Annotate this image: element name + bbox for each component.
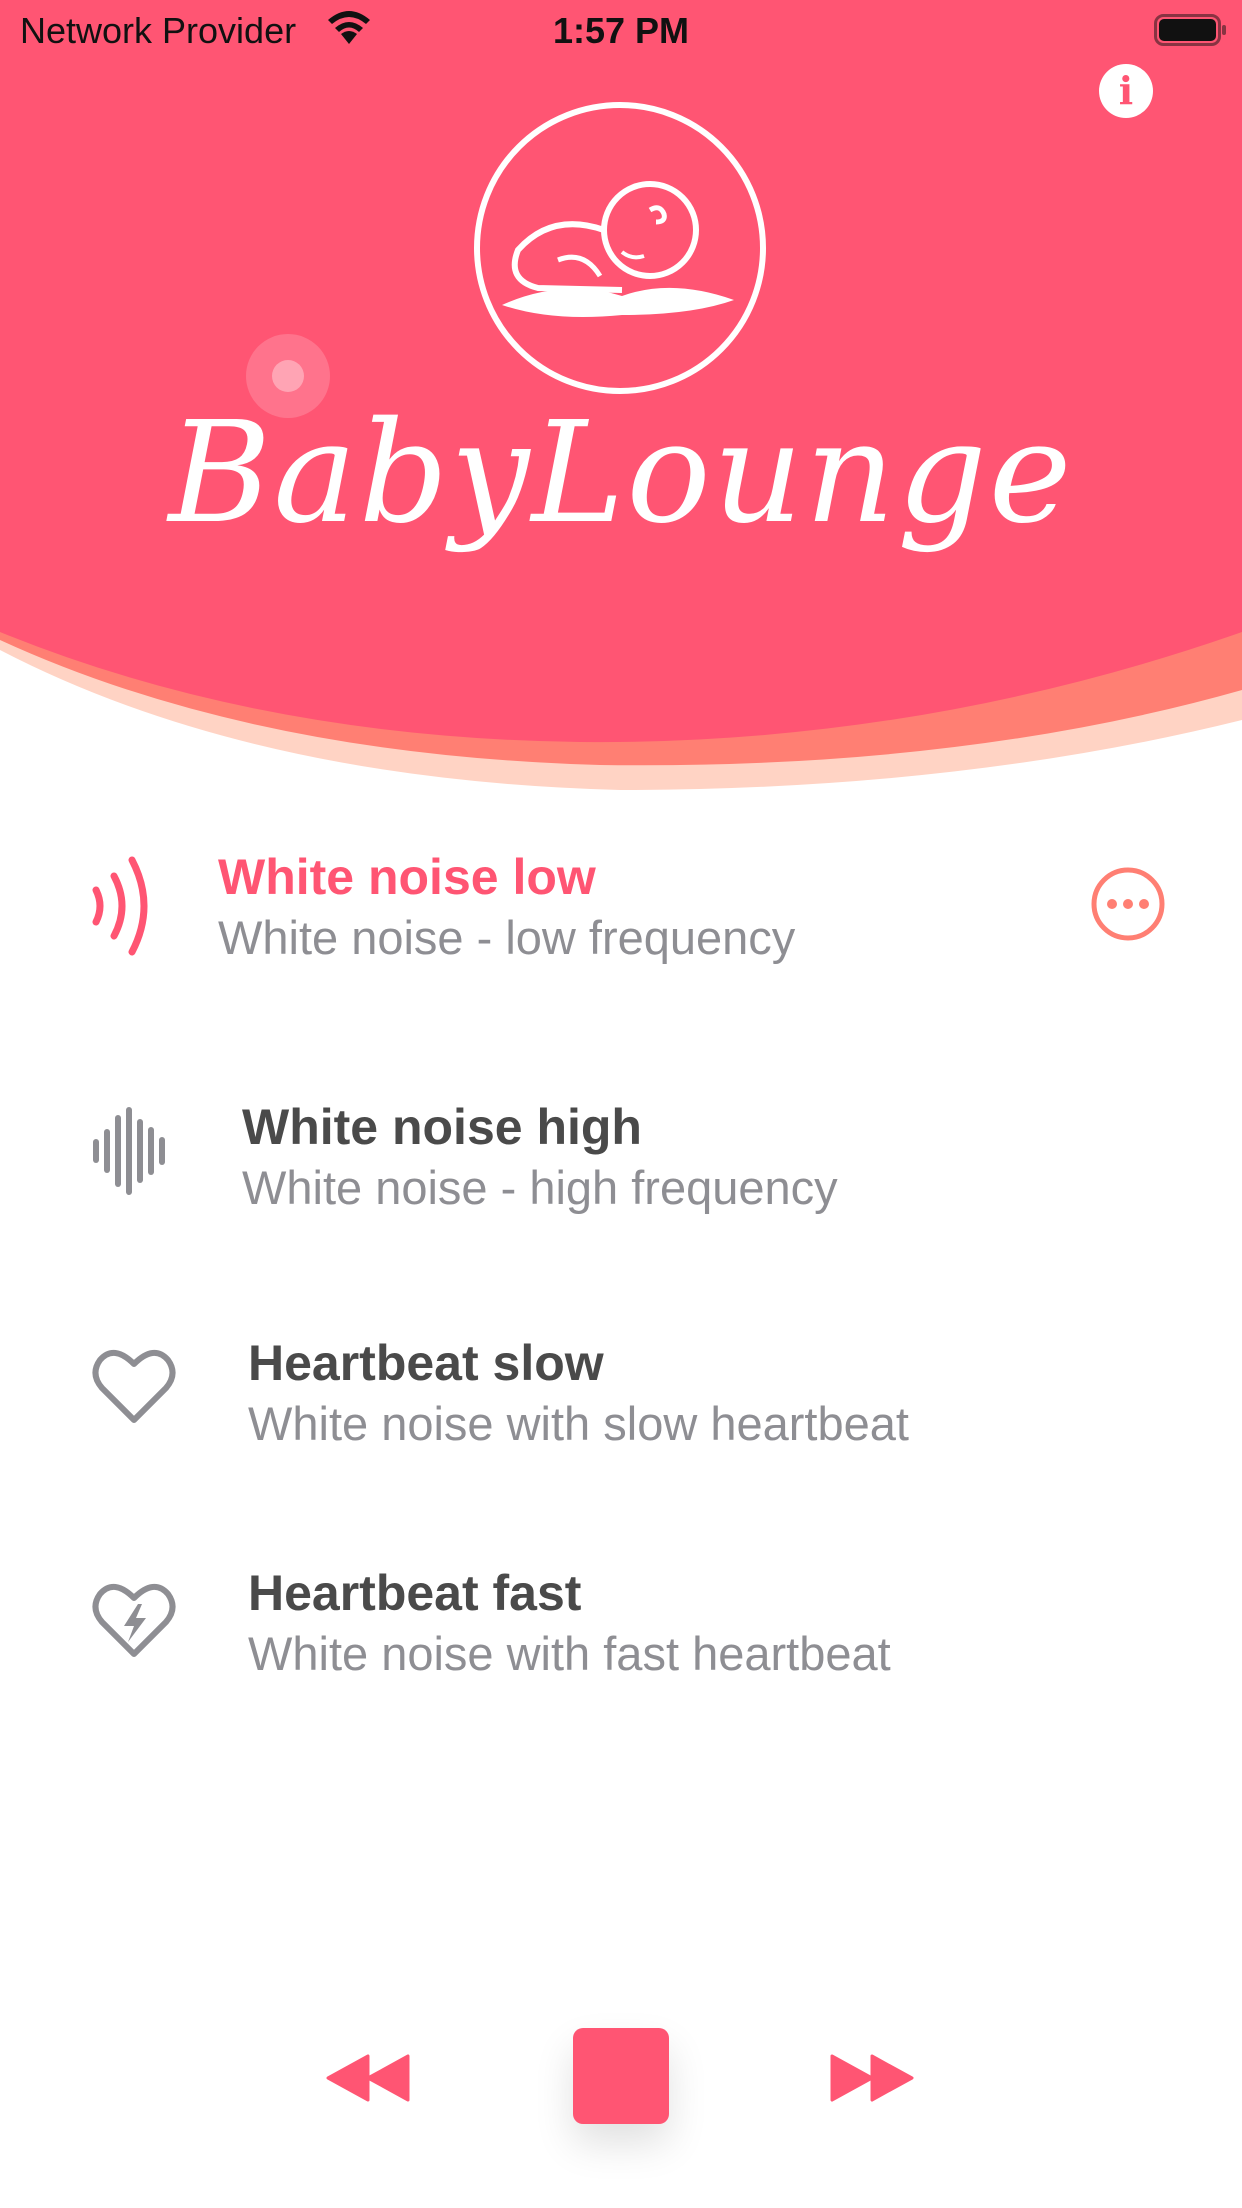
info-button[interactable]: i: [1099, 64, 1153, 118]
sleeping-baby-icon: [474, 102, 766, 394]
track-title: Heartbeat fast: [248, 1565, 582, 1621]
status-bar: Network Provider 1:57 PM: [0, 0, 1242, 62]
track-title: Heartbeat slow: [248, 1335, 604, 1391]
track-title: White noise high: [242, 1099, 642, 1155]
track-item-white-noise-high[interactable]: White noise high White noise - high freq…: [0, 1070, 1242, 1250]
info-icon: i: [1118, 68, 1134, 113]
heart-bolt-icon: [92, 1584, 176, 1657]
waveform-icon: [93, 1107, 165, 1195]
track-item-heartbeat-slow[interactable]: Heartbeat slow White noise with slow hea…: [0, 1308, 1242, 1488]
track-title: White noise low: [218, 849, 596, 905]
sound-waves-icon: [92, 856, 148, 956]
battery-icon: [1154, 14, 1226, 46]
track-subtitle: White noise - high frequency: [242, 1161, 838, 1214]
track-subtitle: White noise with slow heartbeat: [248, 1397, 909, 1450]
track-item-heartbeat-fast[interactable]: Heartbeat fast White noise with fast hea…: [0, 1540, 1242, 1720]
heart-icon: [92, 1350, 176, 1423]
track-item-white-noise-low[interactable]: White noise low White noise - low freque…: [0, 820, 1242, 1000]
track-subtitle: White noise - low frequency: [218, 911, 796, 964]
track-subtitle: White noise with fast heartbeat: [248, 1627, 891, 1680]
brand-logo-text: BabyLounge: [168, 392, 1074, 555]
clock: 1:57 PM: [552, 10, 690, 51]
fast-forward-icon[interactable]: [830, 2054, 914, 2102]
stop-icon[interactable]: [573, 2028, 669, 2124]
rewind-icon[interactable]: [326, 2054, 410, 2102]
player-controls: [0, 2010, 1242, 2150]
more-options-icon[interactable]: [1090, 866, 1166, 942]
